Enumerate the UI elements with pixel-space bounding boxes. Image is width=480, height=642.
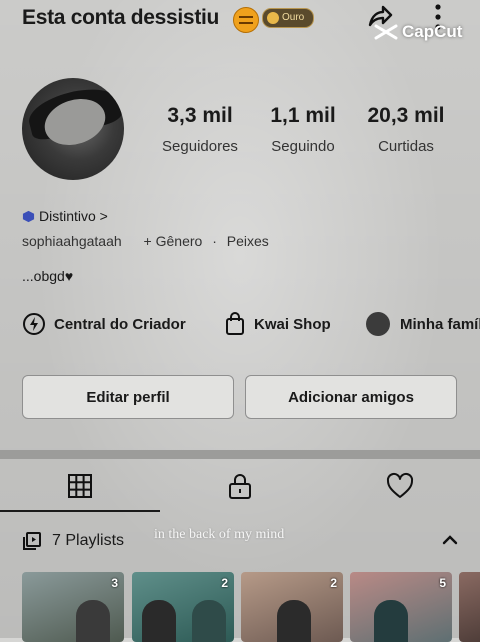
- capcut-watermark: CapCut: [374, 22, 462, 42]
- distintivo-label: Distintivo >: [39, 208, 108, 224]
- creator-center-shortcut[interactable]: Central do Criador: [22, 312, 186, 336]
- active-tab-indicator: [0, 510, 160, 512]
- add-gender-link[interactable]: + Gênero: [144, 233, 203, 249]
- expressionless-emoji-icon: [233, 7, 259, 33]
- playlist-thumb[interactable]: 3: [22, 572, 124, 642]
- edit-profile-button[interactable]: Editar perfil: [22, 375, 234, 419]
- playlist-thumbnails: 3 2 2 5: [22, 572, 480, 642]
- playlist-thumb[interactable]: 5: [350, 572, 452, 642]
- badge-label: Ouro: [282, 12, 305, 23]
- playlists-label: 7 Playlists: [52, 532, 125, 549]
- shortcuts-row: Central do Criador Kwai Shop Minha famíl…: [22, 312, 480, 336]
- gold-tier-badge[interactable]: Ouro: [262, 8, 314, 28]
- playlist-count: 2: [330, 576, 337, 590]
- following-count: 1,1 mil: [270, 104, 336, 127]
- add-friends-button[interactable]: Adicionar amigos: [245, 375, 457, 419]
- playlist-thumb[interactable]: 2: [241, 572, 343, 642]
- lock-icon[interactable]: [225, 471, 255, 501]
- coin-icon: [267, 12, 279, 24]
- playlist-thumb[interactable]: 2: [132, 572, 234, 642]
- content-tabs: [0, 459, 480, 513]
- chevron-up-icon[interactable]: [441, 533, 459, 547]
- lyric-overlay: in the back of my mind: [154, 527, 285, 542]
- hexagon-badge-icon: [22, 210, 35, 222]
- zodiac-sign[interactable]: Peixes: [227, 233, 269, 249]
- section-divider: [0, 450, 480, 459]
- playlist-icon: [23, 532, 41, 550]
- kwai-shop-label: Kwai Shop: [254, 315, 331, 333]
- stat-followers[interactable]: 3,3 mil Seguidores: [150, 104, 250, 155]
- shopping-bag-icon: [226, 312, 244, 335]
- following-label: Seguindo: [271, 138, 335, 155]
- family-label: Minha família: [400, 315, 480, 333]
- stat-likes[interactable]: 20,3 mil Curtidas: [356, 104, 456, 155]
- playlist-thumb[interactable]: [459, 572, 480, 642]
- followers-count: 3,3 mil: [167, 104, 233, 127]
- playlist-count: 3: [111, 576, 118, 590]
- likes-label: Curtidas: [378, 138, 434, 155]
- likes-count: 20,3 mil: [367, 104, 445, 127]
- user-handle: sophiaahgataah: [22, 233, 122, 249]
- followers-label: Seguidores: [162, 138, 238, 155]
- creator-center-label: Central do Criador: [54, 315, 186, 333]
- distintivo-link[interactable]: Distintivo >: [22, 208, 108, 224]
- family-shortcut[interactable]: Minha família: [366, 312, 480, 336]
- thumb-figure: [374, 600, 408, 642]
- thumb-figure: [277, 600, 311, 642]
- stat-following[interactable]: 1,1 mil Seguindo: [253, 104, 353, 155]
- capcut-text: CapCut: [402, 22, 463, 41]
- profile-avatar[interactable]: [22, 78, 124, 180]
- playlist-count: 5: [439, 576, 446, 590]
- lightning-circle-icon: [23, 313, 45, 335]
- playlist-count: 2: [221, 576, 228, 590]
- heart-icon[interactable]: [385, 471, 415, 501]
- meta-separator: ·: [212, 233, 217, 249]
- thumb-figure: [142, 600, 176, 642]
- grid-icon[interactable]: [65, 471, 95, 501]
- kwai-shop-shortcut[interactable]: Kwai Shop: [224, 312, 331, 336]
- family-avatar-icon: [366, 312, 390, 336]
- profile-meta-row: sophiaahgataah + Gênero · Peixes: [22, 233, 269, 249]
- thumb-figure: [192, 600, 226, 642]
- thumb-figure: [76, 600, 110, 642]
- username: Esta conta dessistiu: [22, 6, 220, 29]
- profile-bio: ...obgd♥: [22, 268, 74, 284]
- capcut-logo-icon: [374, 24, 398, 40]
- playlists-header[interactable]: 7 Playlists: [22, 531, 124, 551]
